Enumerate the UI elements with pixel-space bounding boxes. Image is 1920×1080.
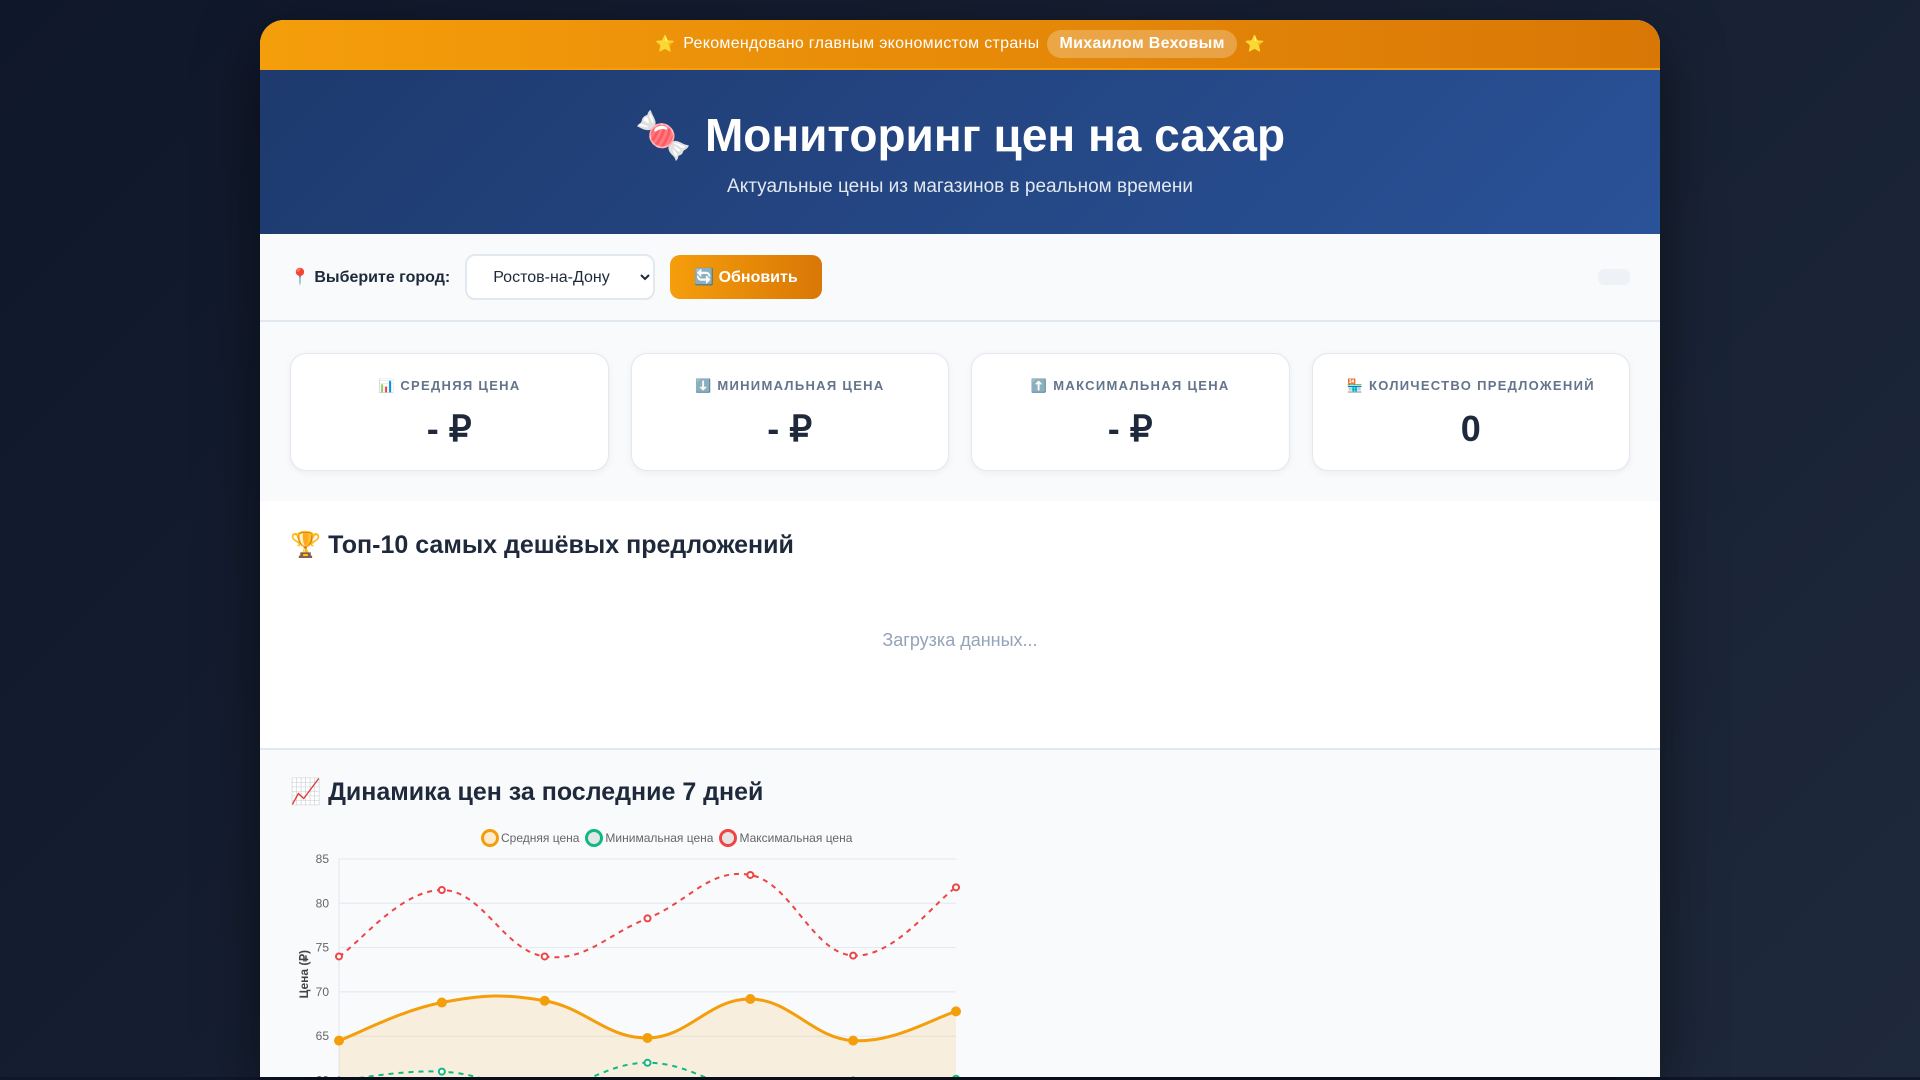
y-tick-label: 65 [316,1029,330,1043]
data-point [849,951,858,960]
data-point [746,870,755,879]
app-container: ⭐ Рекомендовано главным экономистом стра… [260,20,1660,1077]
data-point [952,883,960,892]
banner-text: Рекомендовано главным экономистом страны [683,35,1040,52]
chart-legend: Средняя цена Минимальная цена Максимальн… [481,829,1630,847]
stat-card-max: ⬆️ МАКСИМАЛЬНАЯ ЦЕНА - ₽ [971,353,1290,471]
stat-value: - ₽ [1107,408,1153,449]
stat-card-average: 📊 СРЕДНЯЯ ЦЕНА - ₽ [290,353,609,471]
y-tick-label: 75 [316,941,330,955]
loading-text: Загрузка данных... [882,630,1038,650]
legend-label: Максимальная цена [739,831,853,845]
star-icon: ⭐ [1244,36,1265,53]
data-point [540,952,549,961]
page-title: 🍬 Мониторинг цен на сахар [260,108,1660,162]
legend-swatch [481,829,499,847]
stat-value: 0 [1460,408,1481,449]
data-point [848,1035,859,1046]
data-point [437,1067,446,1076]
page-title-text: Мониторинг цен на сахар [704,109,1286,161]
section-title: 📈 Динамика цен за последние 7 дней [290,778,764,806]
price-chart: 60 65 70 75 80 85 Цена (₽) [297,852,961,1078]
top-offers-section: 🏆 Топ-10 самых дешёвых предложений Загру… [260,501,1660,750]
data-point [643,1058,652,1067]
stat-value: - ₽ [426,408,472,449]
page-subtitle: Актуальные цены из магазинов в реальном … [727,176,1193,197]
status-indicator [1598,269,1630,285]
stats-row: 📊 СРЕДНЯЯ ЦЕНА - ₽ ⬇️ МИНИМАЛЬНАЯ ЦЕНА - ₽… [260,322,1660,501]
y-tick-label: 80 [316,896,330,910]
legend-item[interactable]: Максимальная цена [719,829,852,847]
price-chart-section: 📈 Динамика цен за последние 7 дней Средн… [260,750,1660,1077]
y-tick-label: 85 [316,852,330,866]
legend-item[interactable]: Минимальная цена [585,829,713,847]
stat-label: ⬇️ МИНИМАЛЬНАЯ ЦЕНА [694,378,885,393]
stat-card-count: 🏪 КОЛИЧЕСТВО ПРЕДЛОЖЕНИЙ 0 [1311,353,1630,471]
controls-bar: 📍 Выберите город: Ростов-на-Дону 🔄 Обнов… [260,234,1660,322]
stat-label: 🏪 КОЛИЧЕСТВО ПРЕДЛОЖЕНИЙ [1346,378,1595,393]
data-point [437,886,446,895]
section-title: 🏆 Топ-10 самых дешёвых предложений [290,531,794,559]
data-point [745,993,756,1004]
data-point [539,995,550,1006]
economist-name-badge: Михаилом Веховым [1047,30,1237,58]
stat-value: - ₽ [767,408,813,449]
data-point [643,914,652,923]
legend-label: Средняя цена [501,831,580,845]
stat-card-min: ⬇️ МИНИМАЛЬНАЯ ЦЕНА - ₽ [630,353,949,471]
data-point [334,1035,344,1046]
page-header: 🍬 Мониторинг цен на сахар Актуальные цен… [260,70,1660,234]
legend-swatch [585,829,604,847]
legend-label: Минимальная цена [605,831,714,845]
y-axis-label: Цена (₽) [297,950,311,998]
y-tick-label: 60 [316,1074,330,1078]
data-point [952,1074,960,1077]
star-icon: ⭐ [655,36,676,53]
legend-item[interactable]: Средняя цена [481,829,579,847]
data-point [642,1032,653,1043]
y-tick-label: 70 [316,985,330,999]
data-point [335,952,343,961]
candy-icon: 🍬 [634,109,693,161]
stat-label: ⬆️ МАКСИМАЛЬНАЯ ЦЕНА [1030,378,1230,393]
legend-swatch [719,829,738,847]
city-label: 📍 Выберите город: [290,269,451,286]
refresh-button[interactable]: 🔄 Обновить [670,255,822,299]
stat-label: 📊 СРЕДНЯЯ ЦЕНА [377,378,521,393]
data-point [436,997,447,1008]
city-select[interactable]: Ростов-на-Дону [465,254,656,300]
data-point [951,1006,961,1017]
recommendation-banner: ⭐ Рекомендовано главным экономистом стра… [260,20,1660,70]
